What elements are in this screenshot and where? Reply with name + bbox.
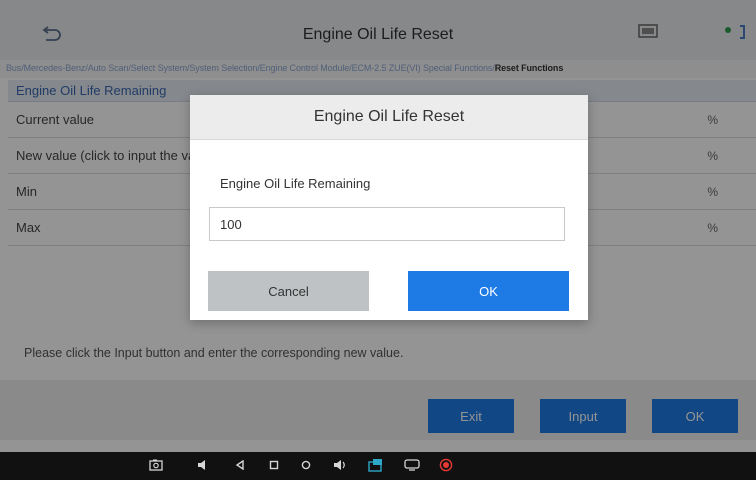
record-icon[interactable] (438, 457, 454, 473)
volume-up-icon[interactable] (332, 457, 348, 473)
field-label: Engine Oil Life Remaining (220, 176, 371, 191)
system-nav-bar (0, 452, 756, 480)
display-icon[interactable] (404, 457, 420, 473)
oil-reset-dialog: Engine Oil Life Reset Engine Oil Life Re… (190, 95, 588, 320)
volume-down-icon[interactable] (195, 457, 211, 473)
nav-back-icon[interactable] (232, 457, 248, 473)
app-window: Engine Oil Life Reset Bus/Mercedes-Benz/… (0, 0, 756, 480)
dialog-ok-button[interactable]: OK (408, 271, 569, 311)
nav-recent-icon[interactable] (266, 457, 282, 473)
cancel-button[interactable]: Cancel (208, 271, 369, 311)
screenshot-icon[interactable] (148, 457, 164, 473)
nav-home-icon[interactable] (298, 457, 314, 473)
vehicle-icon[interactable] (368, 457, 384, 473)
oil-life-input[interactable] (209, 207, 565, 241)
dialog-title: Engine Oil Life Reset (190, 95, 588, 140)
